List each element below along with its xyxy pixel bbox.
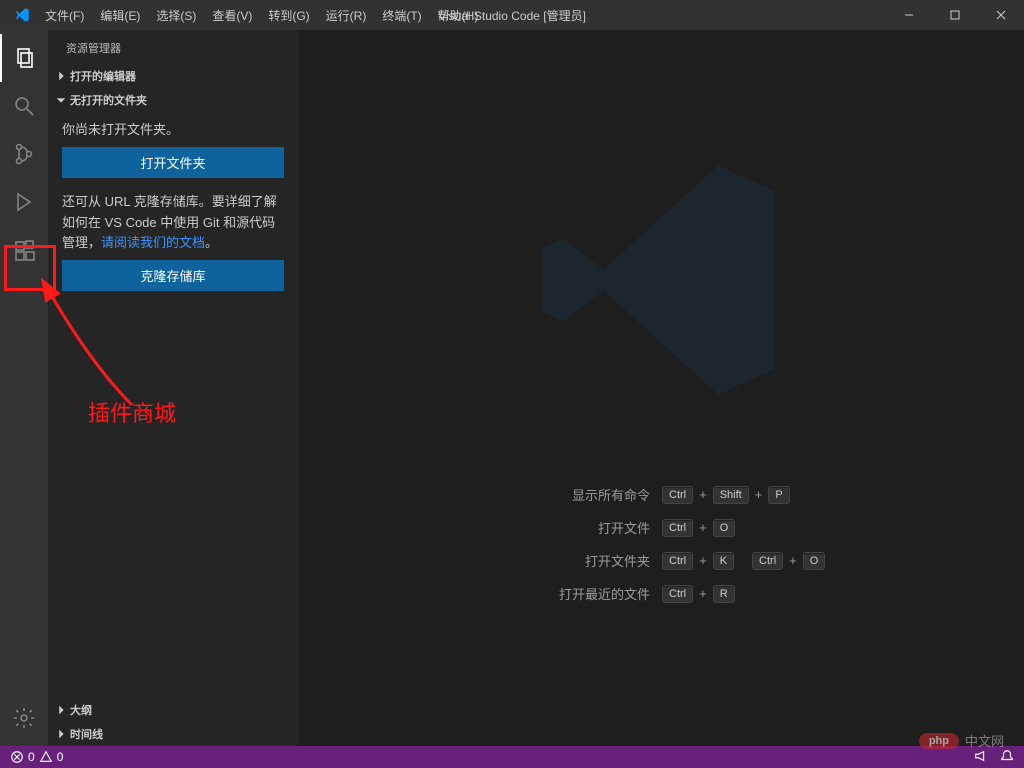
shortcut-label: 打开文件 bbox=[480, 518, 650, 537]
key: Ctrl bbox=[752, 552, 783, 570]
activity-search[interactable] bbox=[0, 82, 48, 130]
title-bar: 文件(F) 编辑(E) 选择(S) 查看(V) 转到(G) 运行(R) 终端(T… bbox=[0, 0, 1024, 30]
key: K bbox=[713, 552, 734, 570]
docs-link[interactable]: 请阅读我们的文档 bbox=[101, 235, 205, 250]
key: O bbox=[713, 519, 736, 537]
status-problems[interactable]: 0 0 bbox=[10, 750, 63, 764]
vscode-logo-icon bbox=[10, 3, 34, 27]
menu-run[interactable]: 运行(R) bbox=[319, 1, 374, 30]
key: R bbox=[713, 585, 735, 603]
menu-view[interactable]: 查看(V) bbox=[205, 1, 259, 30]
key: Ctrl bbox=[662, 486, 693, 504]
activity-run-debug[interactable] bbox=[0, 178, 48, 226]
activity-explorer[interactable] bbox=[0, 34, 48, 82]
section-open-editors[interactable]: 打开的编辑器 bbox=[48, 64, 298, 88]
key: Ctrl bbox=[662, 552, 693, 570]
shortcut-label: 显示所有命令 bbox=[480, 485, 650, 504]
menu-edit[interactable]: 编辑(E) bbox=[93, 1, 147, 30]
shortcut-open-file: 打开文件 Ctrl+ O bbox=[451, 518, 871, 537]
section-outline[interactable]: 大纲 bbox=[48, 698, 298, 722]
window-close-button[interactable] bbox=[978, 0, 1024, 30]
sidebar-explorer: 资源管理器 打开的编辑器 无打开的文件夹 你尚未打开文件夹。 打开文件夹 还可从… bbox=[48, 30, 298, 746]
shortcut-open-recent: 打开最近的文件 Ctrl+ R bbox=[451, 584, 871, 603]
shortcut-keys: Ctrl+ O bbox=[662, 519, 842, 537]
no-folder-body: 你尚未打开文件夹。 打开文件夹 还可从 URL 克隆存储库。要详细了解如何在 V… bbox=[48, 112, 298, 303]
section-outline-label: 大纲 bbox=[70, 702, 92, 718]
bell-icon bbox=[1000, 749, 1014, 763]
menu-select[interactable]: 选择(S) bbox=[149, 1, 203, 30]
menu-bar: 文件(F) 编辑(E) 选择(S) 查看(V) 转到(G) 运行(R) 终端(T… bbox=[38, 1, 485, 30]
key: Ctrl bbox=[662, 585, 693, 603]
activity-settings[interactable] bbox=[0, 694, 48, 742]
activity-source-control[interactable] bbox=[0, 130, 48, 178]
key: P bbox=[768, 486, 789, 504]
welcome-shortcuts: 显示所有命令 Ctrl+ Shift+ P 打开文件 Ctrl+ O 打开文件夹… bbox=[298, 485, 1024, 603]
clone-repo-button[interactable]: 克隆存储库 bbox=[62, 260, 284, 291]
key: O bbox=[803, 552, 826, 570]
menu-file[interactable]: 文件(F) bbox=[38, 1, 91, 30]
no-folder-msg: 你尚未打开文件夹。 bbox=[62, 120, 284, 141]
megaphone-icon bbox=[974, 749, 988, 763]
section-no-folder[interactable]: 无打开的文件夹 bbox=[48, 88, 298, 112]
shortcut-show-all-commands: 显示所有命令 Ctrl+ Shift+ P bbox=[451, 485, 871, 504]
shortcut-label: 打开最近的文件 bbox=[480, 584, 650, 603]
editor-area: 显示所有命令 Ctrl+ Shift+ P 打开文件 Ctrl+ O 打开文件夹… bbox=[298, 30, 1024, 746]
section-timeline[interactable]: 时间线 bbox=[48, 722, 298, 746]
clone-help-text: 还可从 URL 克隆存储库。要详细了解如何在 VS Code 中使用 Git 和… bbox=[62, 192, 284, 254]
status-bar: 0 0 bbox=[0, 746, 1024, 768]
activity-bar bbox=[0, 30, 48, 746]
status-errors-count: 0 bbox=[28, 750, 35, 764]
menu-help[interactable]: 帮助(H) bbox=[431, 1, 486, 30]
chevron-right-icon bbox=[54, 69, 68, 83]
shortcut-open-folder: 打开文件夹 Ctrl+ K Ctrl+ O bbox=[451, 551, 871, 570]
chevron-down-icon bbox=[54, 93, 68, 107]
menu-terminal[interactable]: 终端(T) bbox=[375, 1, 428, 30]
open-folder-button[interactable]: 打开文件夹 bbox=[62, 147, 284, 178]
shortcut-label: 打开文件夹 bbox=[480, 551, 650, 570]
error-icon bbox=[10, 750, 24, 764]
chevron-right-icon bbox=[54, 727, 68, 741]
period: 。 bbox=[205, 235, 218, 250]
vscode-watermark-icon bbox=[531, 150, 791, 410]
key: Ctrl bbox=[662, 519, 693, 537]
window-minimize-button[interactable] bbox=[886, 0, 932, 30]
section-open-editors-label: 打开的编辑器 bbox=[70, 68, 136, 84]
warning-icon bbox=[39, 750, 53, 764]
key: Shift bbox=[713, 486, 749, 504]
window-maximize-button[interactable] bbox=[932, 0, 978, 30]
chevron-right-icon bbox=[54, 703, 68, 717]
shortcut-keys: Ctrl+ Shift+ P bbox=[662, 486, 842, 504]
menu-go[interactable]: 转到(G) bbox=[261, 1, 316, 30]
status-notifications[interactable] bbox=[1000, 749, 1014, 766]
shortcut-keys: Ctrl+ K Ctrl+ O bbox=[662, 552, 842, 570]
section-no-folder-label: 无打开的文件夹 bbox=[70, 92, 147, 108]
status-warnings-count: 0 bbox=[57, 750, 64, 764]
activity-extensions[interactable] bbox=[0, 226, 48, 274]
section-timeline-label: 时间线 bbox=[70, 726, 103, 742]
sidebar-title: 资源管理器 bbox=[48, 30, 298, 64]
shortcut-keys: Ctrl+ R bbox=[662, 585, 842, 603]
status-feedback[interactable] bbox=[974, 749, 988, 766]
